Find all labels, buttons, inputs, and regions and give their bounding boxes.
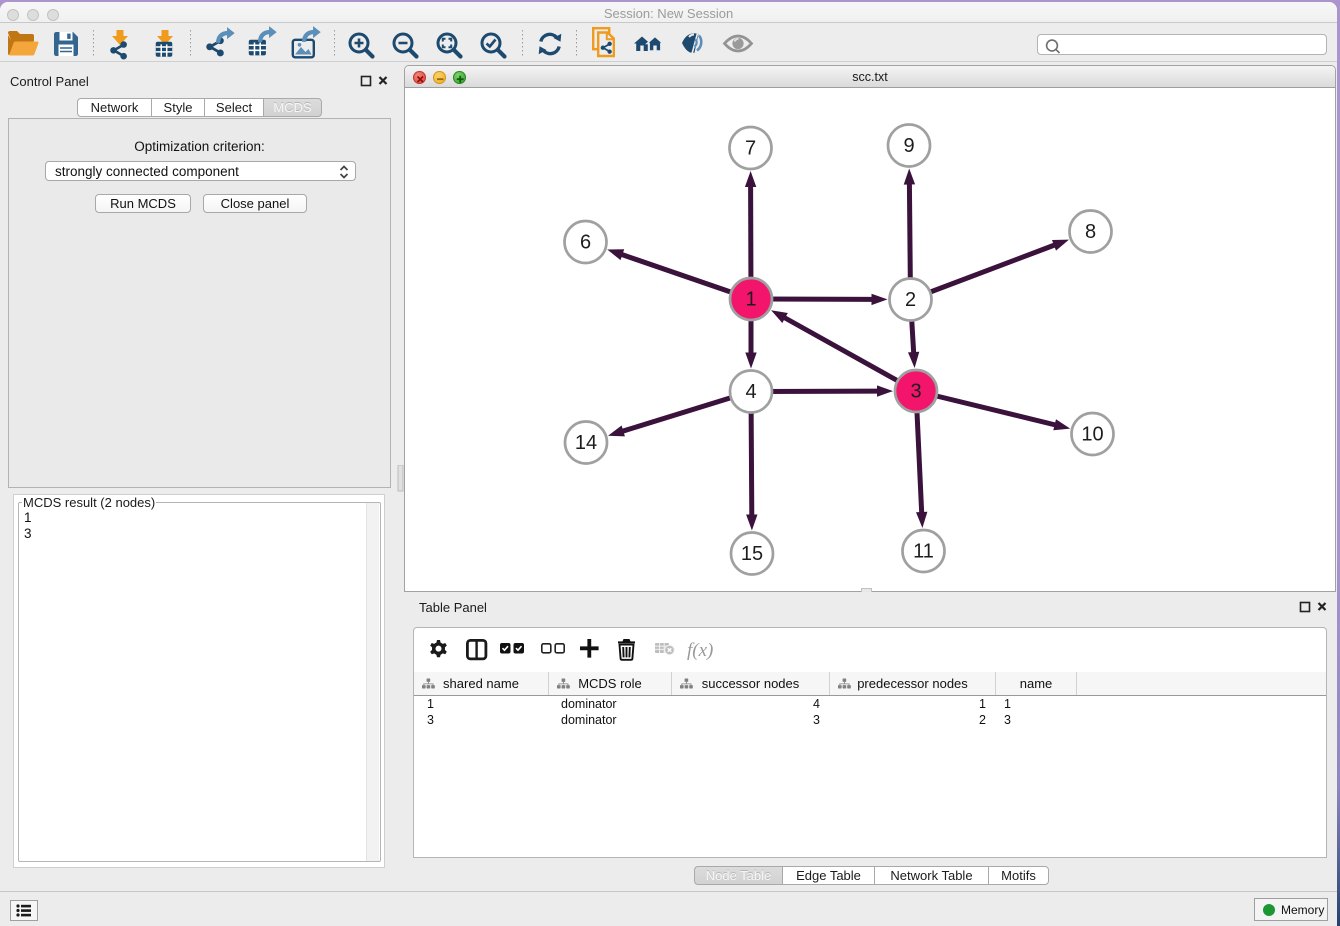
svg-text:2: 2 — [904, 289, 915, 311]
svg-text:3: 3 — [910, 381, 921, 403]
svg-text:10: 10 — [1081, 424, 1103, 446]
svg-text:11: 11 — [913, 541, 934, 563]
svg-text:1: 1 — [745, 289, 756, 311]
svg-text:7: 7 — [744, 138, 755, 160]
svg-text:8: 8 — [1084, 221, 1095, 243]
svg-text:4: 4 — [745, 381, 756, 403]
svg-text:9: 9 — [903, 135, 914, 157]
svg-text:15: 15 — [740, 543, 762, 565]
svg-text:6: 6 — [579, 232, 590, 254]
svg-text:f(x): f(x) — [687, 640, 713, 661]
svg-text:14: 14 — [574, 432, 596, 454]
